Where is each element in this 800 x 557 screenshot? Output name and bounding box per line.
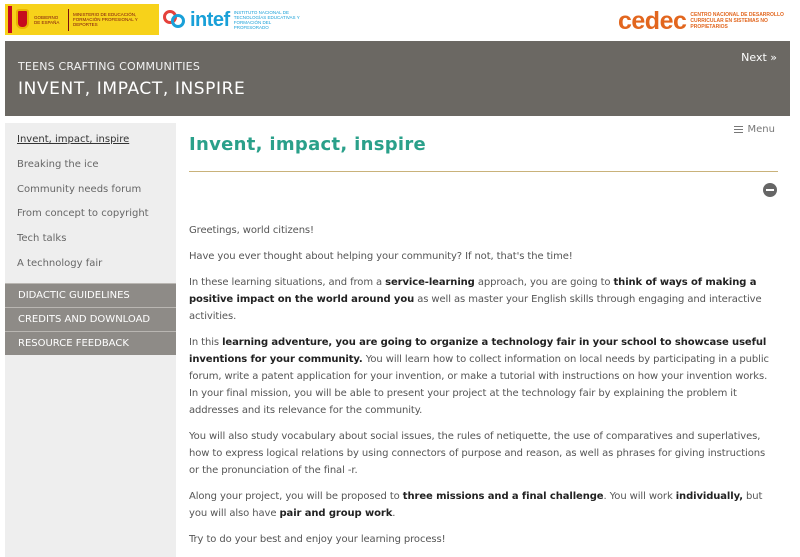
cedec-wordmark: cedec (618, 6, 687, 35)
paragraph-4: You will also study vocabulary about soc… (189, 431, 766, 476)
paragraph-6: Try to do your best and enjoy your learn… (189, 534, 446, 545)
intef-wordmark: intef (190, 8, 230, 31)
sidebar-button-credits-and-download[interactable]: CREDITS AND DOWNLOAD (5, 306, 176, 331)
page-title: Invent, impact, inspire (189, 134, 427, 155)
sidebar-item-from-concept-to-copyright[interactable]: From concept to copyright (5, 202, 176, 227)
next-page-link[interactable]: Next » (741, 51, 777, 64)
paragraph-3: In this learning adventure, you are goin… (189, 337, 769, 416)
sidebar-button-resource-feedback[interactable]: RESOURCE FEEDBACK (5, 330, 176, 355)
cedec-subtitle: CENTRO NACIONAL DE DESARROLLO CURRICULAR… (690, 12, 784, 30)
logo-strip: GOBIERNO DE ESPAÑA MINISTERIO DE EDUCACI… (0, 0, 800, 40)
intef-rings-icon (163, 8, 187, 32)
intef-subtitle: INSTITUTO NACIONAL DE TECNOLOGÍAS EDUCAT… (233, 10, 300, 30)
spain-coat-of-arms-icon (8, 6, 30, 33)
cedec-logo: cedec CENTRO NACIONAL DE DESARROLLO CURR… (618, 6, 785, 36)
sidebar-nav: Invent, impact, inspire Breaking the ice… (5, 123, 176, 557)
gobierno-de-espana-logo: GOBIERNO DE ESPAÑA MINISTERIO DE EDUCACI… (5, 4, 159, 35)
sidebar-item-community-needs-forum[interactable]: Community needs forum (5, 178, 176, 203)
intef-logo: intef INSTITUTO NACIONAL DE TECNOLOGÍAS … (163, 6, 306, 34)
ministry-logo-text: MINISTERIO DE EDUCACIÓN, FORMACIÓN PROFE… (73, 12, 138, 27)
page-header: TEENS CRAFTING COMMUNITIES INVENT, IMPAC… (5, 41, 790, 116)
gov-logo-text: GOBIERNO DE ESPAÑA (34, 14, 60, 25)
sidebar-item-tech-talks[interactable]: Tech talks (5, 227, 176, 252)
paragraph-2: In these learning situations, and from a… (189, 277, 762, 322)
sidebar-item-technology-fair[interactable]: A technology fair (5, 252, 176, 277)
sidebar-item-invent-impact-inspire[interactable]: Invent, impact, inspire (5, 128, 176, 153)
paragraph-1: Have you ever thought about helping your… (189, 251, 573, 262)
hamburger-icon (733, 126, 743, 133)
sidebar-list: Invent, impact, inspire Breaking the ice… (5, 123, 176, 277)
menu-label: Menu (747, 124, 775, 135)
sidebar-button-didactic-guidelines[interactable]: DIDACTIC GUIDELINES (5, 282, 176, 307)
menu-toggle-button[interactable]: Menu (733, 124, 775, 135)
intro-text: Greetings, world citizens! Have you ever… (189, 222, 778, 557)
paragraph-5: Along your project, you will be proposed… (189, 491, 763, 519)
title-divider (189, 171, 778, 172)
collapse-section-icon[interactable] (763, 183, 777, 197)
project-title: INVENT, IMPACT, INSPIRE (18, 79, 246, 99)
greeting-paragraph: Greetings, world citizens! (189, 225, 314, 236)
sidebar-item-breaking-the-ice[interactable]: Breaking the ice (5, 153, 176, 178)
project-kicker: TEENS CRAFTING COMMUNITIES (18, 60, 201, 73)
